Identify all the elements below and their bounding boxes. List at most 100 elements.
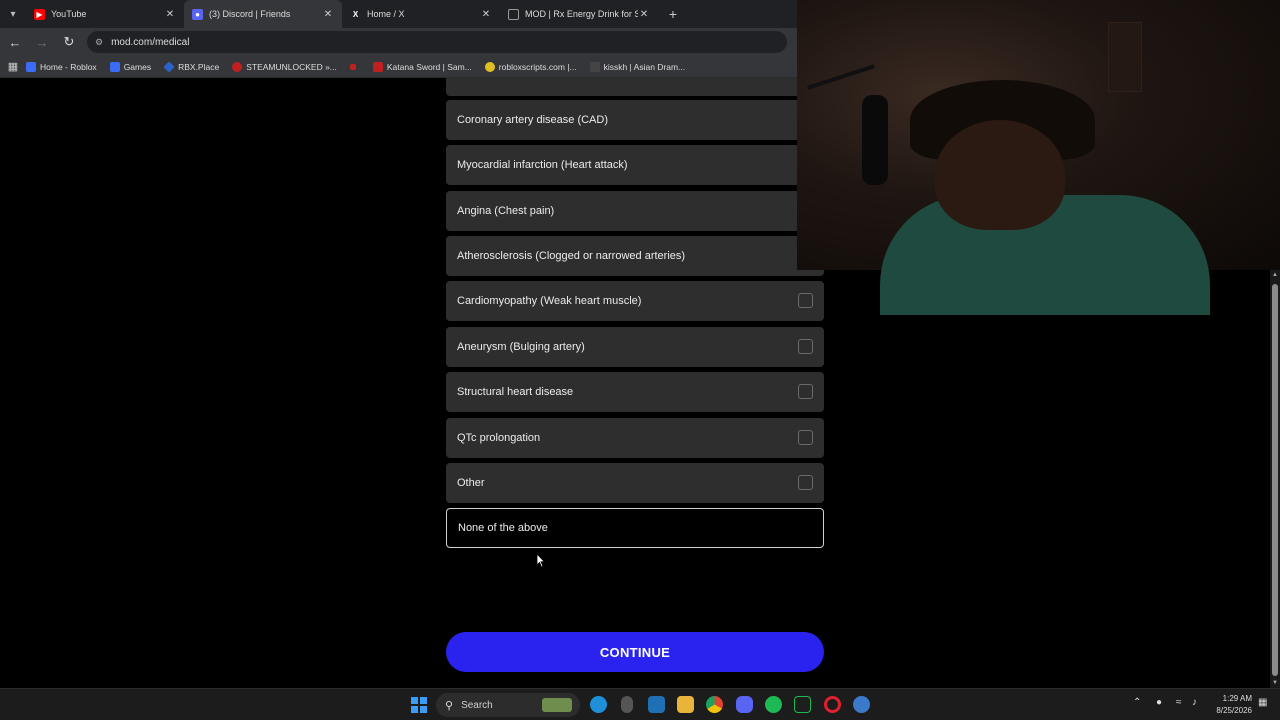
search-icon: ⚲	[445, 699, 454, 712]
new-tab-button[interactable]: +	[662, 3, 684, 25]
condition-option[interactable]: Atherosclerosis (Clogged or narrowed art…	[446, 236, 824, 276]
tab-discord[interactable]: ● (3) Discord | Friends ✕	[184, 0, 342, 28]
condition-option[interactable]: Coronary artery disease (CAD)	[446, 100, 824, 140]
opera-icon[interactable]	[824, 696, 841, 713]
option-label: Other	[457, 477, 485, 489]
edge-icon[interactable]	[590, 696, 607, 713]
option-label: Angina (Chest pain)	[457, 205, 555, 217]
bookmark-label: RBX.Place	[178, 61, 220, 72]
red-icon	[349, 63, 356, 70]
tab-youtube[interactable]: ▶ YouTube ✕	[26, 0, 184, 28]
tab-mod[interactable]: MOD | Rx Energy Drink for Sust ✕	[500, 0, 658, 28]
close-icon[interactable]: ✕	[164, 9, 176, 20]
youtube-icon: ▶	[34, 8, 45, 20]
clock-date: 8/25/2026	[1216, 706, 1252, 715]
kisskh-icon	[589, 61, 600, 72]
chrome-icon[interactable]	[706, 696, 723, 713]
taskbar-search[interactable]: ⚲ Search	[436, 693, 580, 717]
windows-taskbar: ⚲ Search ⌃ ● ≈ ♪ 1:29 AM 8/25/2026 ▦	[0, 688, 1280, 720]
mouse-cursor-icon	[536, 553, 546, 568]
bookmark-item[interactable]: robloxscripts.com |...	[484, 61, 577, 72]
none-of-the-above-option[interactable]: None of the above	[446, 508, 824, 548]
bookmark-label: Games	[123, 61, 152, 72]
store-icon[interactable]	[648, 696, 665, 713]
scrollbar-thumb[interactable]	[1272, 284, 1278, 676]
bookmark-label: Katana Sword | Sam...	[386, 61, 472, 72]
bookmark-item[interactable]: STEAMUNLOCKED »...	[232, 61, 337, 72]
scripts-icon	[484, 61, 495, 72]
microphone	[862, 95, 888, 185]
bookmark-item[interactable]: Home - Roblox	[26, 61, 97, 72]
scroll-up-icon[interactable]: ▲	[1271, 272, 1279, 278]
scroll-down-icon[interactable]: ▼	[1271, 680, 1279, 686]
site-info-icon[interactable]: ⚙	[95, 37, 103, 48]
tab-title: YouTube	[51, 9, 87, 19]
discord-icon[interactable]	[736, 696, 753, 713]
clock-time: 1:29 AM	[1222, 694, 1252, 703]
tab-title: (3) Discord | Friends	[209, 9, 291, 19]
search-placeholder: Search	[461, 699, 493, 711]
option-label: QTc prolongation	[457, 432, 541, 444]
close-icon[interactable]: ✕	[638, 9, 650, 20]
checkbox[interactable]	[798, 384, 813, 399]
terminal-icon[interactable]	[794, 696, 811, 713]
back-button[interactable]: ←	[3, 30, 27, 54]
notification-icon[interactable]: ▦	[1258, 697, 1267, 708]
close-icon[interactable]: ✕	[480, 9, 492, 20]
condition-option[interactable]: Other	[446, 463, 824, 503]
search-highlight-image	[542, 698, 572, 712]
condition-option[interactable]: Cardiomyopathy (Weak heart muscle)	[446, 281, 824, 321]
checkbox[interactable]	[798, 293, 813, 308]
address-bar[interactable]: ⚙ mod.com/medical	[87, 31, 787, 53]
folder-icon[interactable]	[677, 696, 694, 713]
apps-grid-icon[interactable]: ▦	[0, 60, 26, 73]
bookmark-item[interactable]: Games	[109, 61, 152, 72]
tab-title: MOD | Rx Energy Drink for Sust	[525, 9, 638, 19]
microphone-icon[interactable]: ●	[1156, 697, 1162, 708]
spotify-icon[interactable]	[765, 696, 782, 713]
steam-icon	[232, 61, 243, 72]
windows-start-icon[interactable]	[411, 697, 427, 713]
browser-toolbar: ← → ↻ ⚙ mod.com/medical	[0, 28, 797, 56]
condition-option[interactable]: QTc prolongation	[446, 418, 824, 458]
bookmark-label: robloxscripts.com |...	[498, 61, 577, 72]
option-label: Coronary artery disease (CAD)	[457, 114, 608, 126]
tab-x[interactable]: X Home / X ✕	[342, 0, 500, 28]
continue-button[interactable]: CONTINUE	[446, 632, 824, 672]
option-label: Atherosclerosis (Clogged or narrowed art…	[457, 250, 686, 262]
tab-strip: ▾ ▶ YouTube ✕ ● (3) Discord | Friends ✕ …	[0, 0, 797, 28]
bookmark-label: STEAMUNLOCKED »...	[246, 61, 337, 72]
roblox-icon	[26, 61, 36, 72]
condition-option[interactable]: Aneurysm (Bulging artery)	[446, 327, 824, 367]
taskbar-clock[interactable]: 1:29 AM 8/25/2026	[1206, 693, 1252, 717]
settings-icon[interactable]	[853, 696, 870, 713]
tab-title: Home / X	[367, 9, 405, 19]
x-icon: X	[352, 9, 359, 19]
checkbox[interactable]	[798, 430, 813, 445]
tab-search-menu[interactable]: ▾	[0, 0, 26, 28]
volume-icon[interactable]: ♪	[1192, 697, 1197, 708]
checkbox[interactable]	[798, 339, 813, 354]
reload-button[interactable]: ↻	[57, 30, 81, 54]
condition-option[interactable]: Myocardial infarction (Heart attack)	[446, 145, 824, 185]
tray-chevron-icon[interactable]: ⌃	[1133, 697, 1141, 708]
wifi-icon[interactable]: ≈	[1176, 697, 1182, 708]
bookmark-label: Home - Roblox	[40, 61, 97, 72]
mouse-icon[interactable]	[621, 696, 633, 713]
condition-option[interactable]: Structural heart disease	[446, 372, 824, 412]
checkbox[interactable]	[798, 475, 813, 490]
bookmark-item[interactable]: Katana Sword | Sam...	[372, 61, 472, 72]
close-icon[interactable]: ✕	[322, 9, 334, 20]
diamond-icon	[163, 60, 175, 73]
forward-button[interactable]: →	[30, 30, 54, 54]
bookmark-item[interactable]	[349, 63, 360, 70]
url-text: mod.com/medical	[111, 36, 190, 48]
bookmark-label: kisskh | Asian Dram...	[603, 61, 686, 72]
bookmark-item[interactable]: kisskh | Asian Dram...	[589, 61, 686, 72]
page-scrollbar[interactable]: ▲ ▼	[1270, 270, 1280, 688]
bookmark-item[interactable]: RBX.Place	[163, 60, 220, 73]
roblox-icon	[109, 61, 120, 72]
condition-option[interactable]	[446, 78, 824, 96]
discord-icon: ●	[192, 8, 203, 20]
condition-option[interactable]: Angina (Chest pain)	[446, 191, 824, 231]
